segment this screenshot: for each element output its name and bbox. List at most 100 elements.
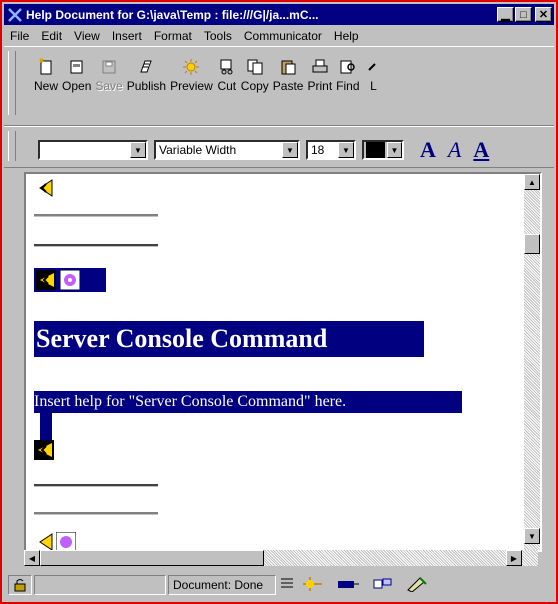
minimize-button[interactable]: ▁: [497, 7, 514, 22]
home-icon[interactable]: [60, 270, 80, 290]
find-button[interactable]: Find: [336, 57, 360, 93]
page-heading: Server Console Command: [34, 321, 424, 357]
link-icon: [364, 57, 384, 77]
security-panel[interactable]: [8, 575, 32, 595]
print-icon: [310, 57, 330, 77]
publish-button[interactable]: Publish: [127, 57, 166, 93]
open-icon: [67, 57, 87, 77]
find-label: Find: [336, 79, 360, 93]
print-label: Print: [307, 79, 333, 93]
font-size-value: 18: [311, 143, 325, 157]
divider: [34, 512, 158, 515]
italic-button[interactable]: A: [448, 137, 461, 163]
title-bar[interactable]: Help Document for G:\java\Temp : file://…: [4, 4, 554, 25]
close-button[interactable]: ✕: [535, 7, 552, 22]
paste-label: Paste: [272, 79, 304, 93]
help-paragraph: Insert help for "Server Console Command"…: [34, 391, 462, 413]
preview-button[interactable]: Preview: [170, 57, 213, 93]
back-arrow-icon[interactable]: [36, 270, 56, 290]
back-arrow-icon[interactable]: [34, 532, 54, 552]
mailbox-icon[interactable]: [336, 576, 360, 595]
horizontal-scroll-thumb[interactable]: [40, 550, 264, 566]
new-label: New: [34, 79, 59, 93]
discussion-icon[interactable]: [372, 576, 394, 595]
target-anchor-icon: [34, 440, 54, 460]
horizontal-scrollbar[interactable]: ◀ ▶: [24, 550, 538, 566]
cut-button[interactable]: Cut: [217, 57, 237, 93]
component-bar-icon[interactable]: [280, 577, 294, 594]
bold-button[interactable]: A: [420, 137, 436, 163]
chevron-down-icon[interactable]: ▼: [386, 142, 402, 158]
progress-panel: [34, 575, 166, 595]
color-swatch: [366, 142, 385, 158]
document-editor[interactable]: Server Console Command Insert help for "…: [24, 172, 542, 552]
menu-bar: File Edit View Insert Format Tools Commu…: [4, 26, 554, 46]
copy-label: Copy: [240, 79, 269, 93]
paragraph-style-select[interactable]: ▼: [38, 140, 148, 160]
preview-label: Preview: [170, 79, 213, 93]
cut-icon: [217, 57, 237, 77]
underline-button[interactable]: A: [473, 137, 489, 163]
format-controls: ▼ Variable Width ▼ 18 ▼ ▼ A A A: [38, 137, 489, 163]
font-select[interactable]: Variable Width ▼: [154, 140, 300, 160]
target-anchor-icon: [39, 179, 53, 197]
link-button[interactable]: L: [364, 57, 384, 93]
format-toolbar-grip[interactable]: [8, 131, 16, 161]
menu-format[interactable]: Format: [148, 29, 198, 43]
preview-icon: [181, 57, 201, 77]
print-button[interactable]: Print: [307, 57, 332, 93]
maximize-button[interactable]: □: [515, 7, 532, 22]
scroll-right-button[interactable]: ▶: [506, 550, 522, 566]
save-button[interactable]: Save: [95, 57, 123, 93]
scroll-up-button[interactable]: ▲: [524, 174, 540, 190]
app-icon: [7, 6, 23, 23]
publish-label: Publish: [126, 79, 167, 93]
find-icon: [338, 57, 358, 77]
font-value: Variable Width: [159, 143, 237, 157]
divider: [34, 484, 158, 487]
menu-file[interactable]: File: [4, 29, 35, 43]
paste-icon: [278, 57, 298, 77]
save-label: Save: [95, 79, 123, 93]
navigation-icons: [34, 268, 106, 292]
publish-icon: [136, 57, 156, 77]
home-icon[interactable]: [56, 532, 76, 552]
scroll-down-button[interactable]: ▼: [524, 528, 540, 544]
open-button[interactable]: Open: [62, 57, 91, 93]
scroll-thumb[interactable]: [524, 234, 540, 254]
status-text: Document: Done: [168, 575, 276, 595]
divider: [34, 214, 158, 217]
navigator-icon[interactable]: [302, 576, 324, 595]
copy-icon: [245, 57, 265, 77]
composer-icon[interactable]: [406, 576, 428, 595]
toolbar-grip[interactable]: [8, 51, 16, 115]
menu-view[interactable]: View: [68, 29, 106, 43]
window-title: Help Document for G:\java\Temp : file://…: [26, 7, 319, 22]
scroll-left-button[interactable]: ◀: [24, 550, 40, 566]
chevron-down-icon[interactable]: ▼: [282, 142, 298, 158]
new-icon: [36, 57, 56, 77]
chevron-down-icon[interactable]: ▼: [130, 142, 146, 158]
selection-marker: [40, 413, 52, 441]
paste-button[interactable]: Paste: [272, 57, 304, 93]
browser-window: Help Document for G:\java\Temp : file://…: [0, 0, 558, 604]
lock-icon: [14, 579, 26, 592]
menu-help[interactable]: Help: [328, 29, 365, 43]
open-label: Open: [62, 79, 92, 93]
menu-communicator[interactable]: Communicator: [238, 29, 328, 43]
divider: [34, 244, 158, 247]
text-color-select[interactable]: ▼: [362, 140, 404, 160]
font-size-select[interactable]: 18 ▼: [306, 140, 356, 160]
menu-edit[interactable]: Edit: [35, 29, 68, 43]
cut-label: Cut: [217, 79, 237, 93]
copy-button[interactable]: Copy: [241, 57, 269, 93]
link-label: L: [370, 79, 377, 93]
save-icon: [99, 57, 119, 77]
composition-toolbar: New Open Save Publish Preview Cut Copy P…: [4, 46, 554, 126]
new-button[interactable]: New: [34, 57, 58, 93]
menu-tools[interactable]: Tools: [198, 29, 238, 43]
status-bar: Document: Done: [4, 572, 554, 598]
vertical-scrollbar[interactable]: ▲ ▼: [524, 174, 540, 550]
menu-insert[interactable]: Insert: [106, 29, 148, 43]
chevron-down-icon[interactable]: ▼: [338, 142, 354, 158]
